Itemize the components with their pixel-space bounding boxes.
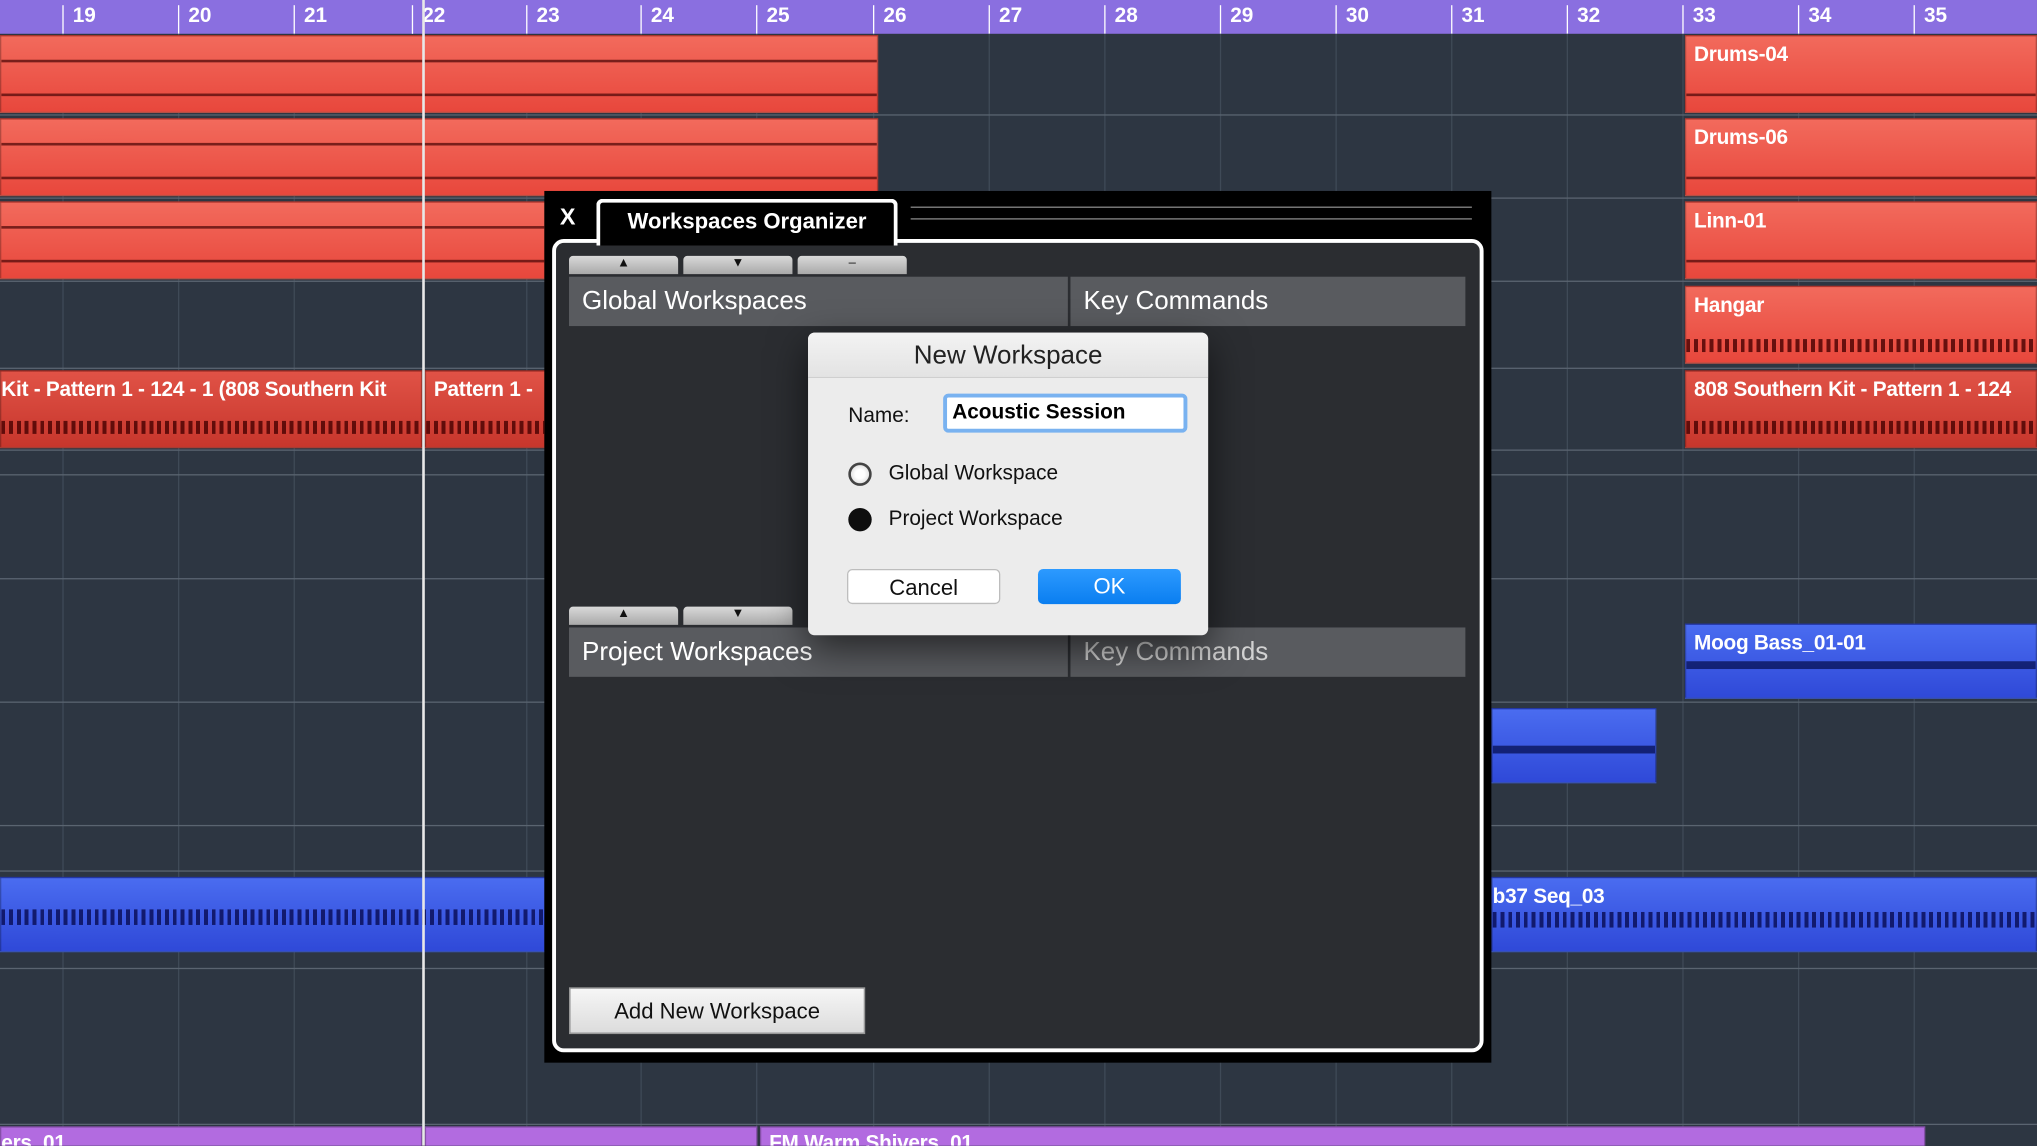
ruler-bar-29[interactable]: 29 — [1219, 5, 1253, 34]
event-label: Drums-04 — [1694, 44, 1788, 67]
ruler-bar-30[interactable]: 30 — [1335, 5, 1369, 34]
audio-event-drums-06[interactable]: Drums-06 — [1684, 118, 2037, 197]
ruler-bar-27[interactable]: 27 — [988, 5, 1022, 34]
midi-event-pattern-right[interactable]: 808 Southern Kit - Pattern 1 - 124 — [1684, 370, 2037, 449]
project-move-up-button[interactable]: ▲ — [569, 606, 679, 625]
audio-event-drums-b[interactable] — [0, 118, 879, 197]
event-label: FM Warm Shivers_01 — [769, 1132, 973, 1146]
ruler-bar-24[interactable]: 24 — [640, 5, 674, 34]
project-workspace-option[interactable]: Project Workspace — [848, 505, 1063, 534]
global-key-commands-header: Key Commands — [1070, 276, 1466, 327]
global-workspaces-header: Global Workspaces — [569, 276, 1068, 327]
cancel-button[interactable]: Cancel — [847, 569, 1001, 605]
event-label: Drums-06 — [1694, 127, 1788, 150]
ruler-bar-21[interactable]: 21 — [293, 5, 327, 34]
move-down-button[interactable]: ▼ — [683, 255, 793, 275]
project-move-down-button[interactable]: ▼ — [683, 606, 793, 625]
new-workspace-dialog: New Workspace Name: Global Workspace Pro… — [808, 332, 1209, 636]
organizer-title-tab: Workspaces Organizer — [596, 198, 898, 246]
window-title: Workspaces Organizer — [627, 209, 867, 234]
workspace-name-input[interactable] — [943, 393, 1188, 433]
ruler-bar-28[interactable]: 28 — [1104, 5, 1138, 34]
ruler-bar-33[interactable]: 33 — [1682, 5, 1716, 34]
global-workspace-label: Global Workspace — [888, 462, 1059, 485]
midi-event-seq-03[interactable]: b37 Seq_03 — [1491, 876, 2037, 953]
radio-unselected-icon[interactable] — [848, 462, 872, 486]
ruler-bar-35[interactable]: 35 — [1913, 5, 1947, 34]
global-workspace-option[interactable]: Global Workspace — [848, 460, 1058, 489]
ok-button[interactable]: OK — [1037, 569, 1181, 605]
midi-event-pattern-mid[interactable]: Pattern 1 - — [424, 370, 546, 449]
add-new-workspace-button[interactable]: Add New Workspace — [569, 987, 866, 1035]
midi-event-seq-left[interactable] — [0, 876, 546, 953]
event-label: Kit - Pattern 1 - 124 - 1 (808 Southern … — [1, 379, 387, 402]
audio-event-drums-a[interactable] — [0, 35, 879, 114]
daw-project-window: 19 20 21 22 23 24 25 26 27 28 29 30 31 3… — [0, 0, 2037, 1146]
ruler-bar-22[interactable]: 22 — [411, 5, 445, 34]
project-workspace-label: Project Workspace — [888, 507, 1063, 531]
project-cursor[interactable] — [422, 0, 425, 1146]
ruler-bar-23[interactable]: 23 — [526, 5, 560, 34]
midi-event-pattern-left[interactable]: Kit - Pattern 1 - 124 - 1 (808 Southern … — [0, 370, 423, 449]
audio-event-shivers-mid[interactable] — [424, 1126, 758, 1146]
audio-event-blue-clip[interactable] — [1491, 708, 1657, 784]
ruler-bar-20[interactable]: 20 — [177, 5, 211, 34]
ruler-bar-32[interactable]: 32 — [1566, 5, 1600, 34]
audio-event-linn-01[interactable]: Linn-01 — [1684, 201, 2037, 280]
ruler-bar-19[interactable]: 19 — [62, 5, 96, 34]
ruler-bar-31[interactable]: 31 — [1451, 5, 1485, 34]
dialog-title: New Workspace — [808, 332, 1209, 379]
audio-event-linn[interactable] — [0, 201, 546, 280]
event-label: ers_01 — [1, 1132, 66, 1146]
radio-selected-icon[interactable] — [848, 507, 872, 532]
event-label: Linn-01 — [1694, 210, 1767, 233]
bar-ruler[interactable]: 19 20 21 22 23 24 25 26 27 28 29 30 31 3… — [0, 0, 2037, 34]
name-label: Name: — [848, 405, 910, 428]
event-label: Hangar — [1694, 294, 1765, 317]
audio-event-fm-warm-shivers[interactable]: FM Warm Shivers_01 — [759, 1126, 1926, 1146]
close-button[interactable]: X — [560, 204, 576, 231]
title-bar-lines — [910, 206, 1472, 220]
event-label: Pattern 1 - — [433, 379, 533, 402]
ruler-bar-34[interactable]: 34 — [1797, 5, 1831, 34]
ruler-bar-25[interactable]: 25 — [756, 5, 790, 34]
event-label: Moog Bass_01-01 — [1694, 632, 1866, 655]
ruler-bar-26[interactable]: 26 — [872, 5, 907, 34]
audio-event-shivers-left[interactable]: ers_01 — [0, 1126, 423, 1146]
move-up-button[interactable]: ▲ — [569, 255, 679, 275]
remove-button[interactable]: – — [797, 255, 907, 275]
event-label: 808 Southern Kit - Pattern 1 - 124 — [1694, 379, 2011, 402]
midi-event-moog-bass[interactable]: Moog Bass_01-01 — [1684, 623, 2037, 699]
event-label: b37 Seq_03 — [1492, 885, 1605, 909]
audio-event-hangar[interactable]: Hangar — [1684, 285, 2037, 364]
audio-event-drums-04[interactable]: Drums-04 — [1684, 35, 2037, 114]
